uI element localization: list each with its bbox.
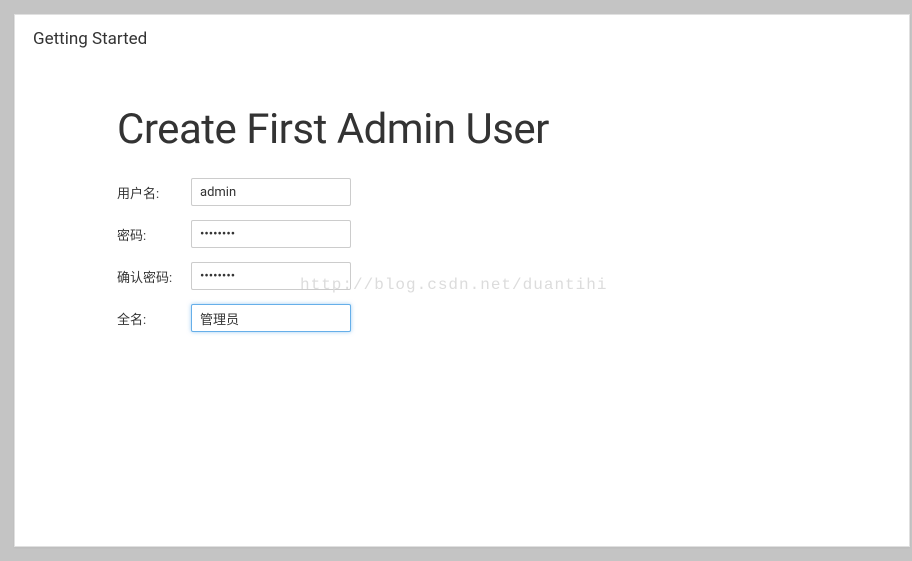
username-input[interactable]: [191, 178, 351, 206]
form-row-username: 用户名:: [117, 178, 909, 206]
username-label: 用户名:: [117, 183, 191, 202]
fullname-label: 全名:: [117, 309, 191, 328]
confirm-password-label: 确认密码:: [117, 267, 191, 286]
password-input[interactable]: [191, 220, 351, 248]
form-row-password: 密码:: [117, 220, 909, 248]
password-label: 密码:: [117, 225, 191, 244]
panel-content: Create First Admin User 用户名: 密码: 确认密码: 全…: [15, 63, 909, 332]
form-row-confirm: 确认密码:: [117, 262, 909, 290]
panel-header: Getting Started: [15, 15, 909, 63]
confirm-password-input[interactable]: [191, 262, 351, 290]
panel-title: Getting Started: [33, 29, 147, 49]
fullname-input[interactable]: [191, 304, 351, 332]
page-title: Create First Admin User: [117, 105, 909, 154]
form-row-fullname: 全名:: [117, 304, 909, 332]
getting-started-panel: Getting Started Create First Admin User …: [14, 14, 910, 547]
